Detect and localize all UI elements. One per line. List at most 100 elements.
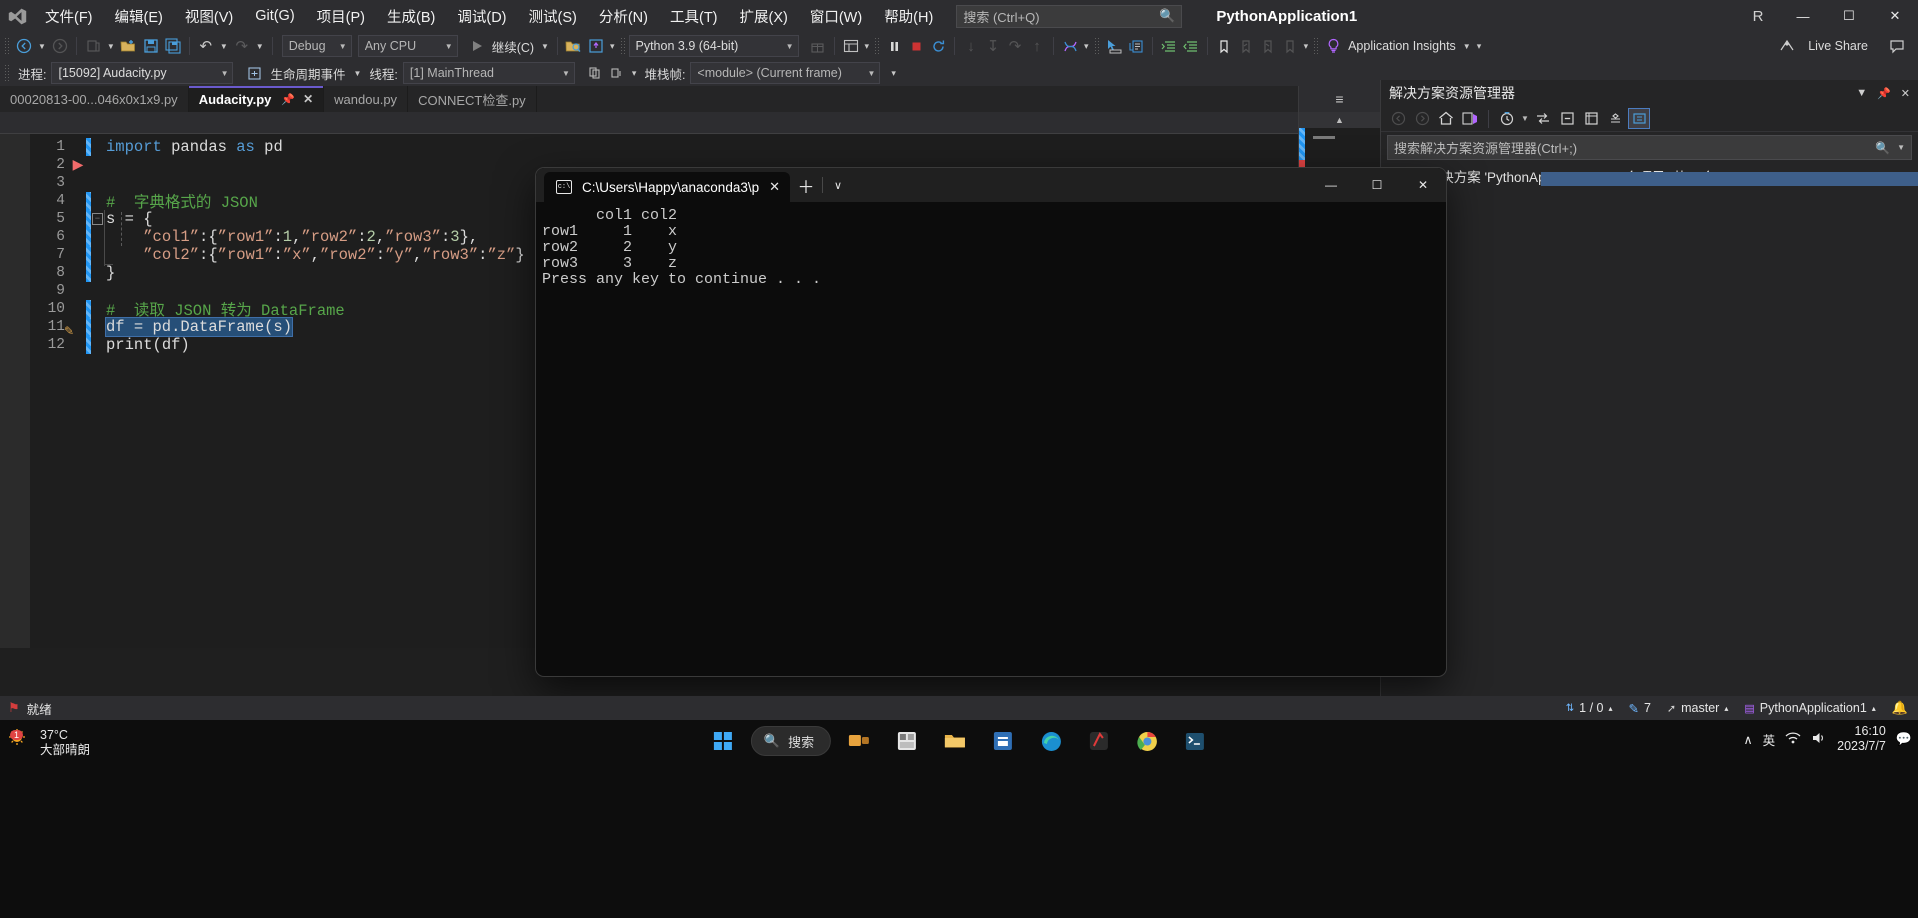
home-icon[interactable] (1435, 108, 1457, 129)
menu-debug[interactable]: 调试(D) (446, 3, 517, 29)
close-button[interactable]: ✕ (1872, 0, 1918, 32)
toolbar-grip[interactable] (4, 37, 11, 55)
status-repo-caret[interactable]: ▴ (1872, 704, 1876, 713)
back-icon[interactable] (1387, 108, 1409, 129)
status-repo[interactable]: ▤ PythonApplication1 ▴ (1744, 701, 1875, 715)
step-over-icon[interactable]: ↧ (982, 35, 1004, 57)
save-all-icon[interactable] (162, 35, 184, 57)
stack-frame-next-icon[interactable] (607, 62, 629, 84)
chrome-browser-icon[interactable] (1127, 724, 1167, 758)
navigate-back-dropdown[interactable]: ▼ (35, 42, 49, 51)
status-branch[interactable]: ➚ master ▴ (1667, 701, 1728, 715)
terminal-icon[interactable] (1175, 724, 1215, 758)
new-item-dropdown[interactable]: ▼ (104, 42, 118, 51)
indent-icon[interactable] (1158, 35, 1180, 57)
toolbar-grip-3[interactable] (874, 37, 882, 55)
app-insights-label[interactable]: Application Insights (1344, 39, 1460, 53)
threads-icon[interactable] (1059, 35, 1081, 57)
tab-wandou[interactable]: wandou.py (324, 86, 409, 112)
menu-extensions[interactable]: 扩展(X) (729, 3, 799, 29)
undo-dropdown[interactable]: ▼ (217, 42, 231, 51)
bookmark-prev-icon[interactable] (1235, 35, 1257, 57)
solution-configuration-combo[interactable]: Debug ▼ (281, 35, 352, 57)
taskbar-search-box[interactable]: 🔍 搜索 (750, 726, 832, 756)
widgets-icon[interactable] (887, 724, 927, 758)
navigate-back-button[interactable] (13, 35, 35, 57)
lifecycle-events-icon[interactable] (243, 62, 265, 84)
console-close-button[interactable]: ✕ (1400, 168, 1446, 202)
redo-dropdown[interactable]: ▼ (253, 42, 267, 51)
layout-dropdown[interactable]: ▾ (862, 41, 873, 52)
live-share-label[interactable]: Live Share (1804, 39, 1872, 53)
breakpoint-margin[interactable] (0, 134, 30, 648)
pending-changes-icon[interactable] (1496, 108, 1518, 129)
microsoft-store-icon[interactable] (983, 724, 1023, 758)
continue-dropdown[interactable]: ▼ (538, 42, 552, 51)
outdent-icon[interactable] (1180, 35, 1202, 57)
show-all-files-icon[interactable] (1580, 108, 1602, 129)
taskbar-clock[interactable]: 16:10 2023/7/7 (1837, 724, 1886, 754)
menu-test[interactable]: 测试(S) (518, 3, 588, 29)
solution-explorer-search-input[interactable]: 搜索解决方案资源管理器(Ctrl+;) 🔍 ▼ (1387, 135, 1912, 160)
console-tab[interactable]: c:\ C:\Users\Happy\anaconda3\p ✕ (544, 172, 791, 202)
continue-button-label[interactable]: 继续(C) (488, 37, 538, 56)
tab-00020813[interactable]: 00020813-00...046x0x1x9.py (0, 86, 189, 112)
file-explorer-icon[interactable] (935, 724, 975, 758)
pause-icon[interactable] (883, 35, 905, 57)
thread-combo[interactable]: [1] MainThread ▼ (402, 62, 575, 84)
code-text[interactable]: df = pd.DataFrame(s) (104, 317, 294, 337)
collapse-all-icon[interactable] (1556, 108, 1578, 129)
menu-view[interactable]: 视图(V) (174, 3, 244, 29)
code-text[interactable]: s = { (104, 210, 153, 228)
close-icon[interactable]: ✕ (303, 92, 313, 106)
split-view-icon[interactable]: ≡ (1299, 86, 1380, 112)
stackframe-combo[interactable]: <module> (Current frame) ▼ (690, 62, 881, 84)
python-interpreter-combo[interactable]: Python 3.9 (64-bit) ▼ (628, 35, 799, 57)
chevron-down-icon-se[interactable]: ▼ (1856, 87, 1867, 99)
bookmark-dropdown[interactable]: ▾ (1301, 41, 1312, 52)
restart-icon[interactable] (927, 35, 949, 57)
code-text[interactable]: import pandas as pd (104, 138, 283, 156)
outlining-toggle[interactable]: − (91, 213, 104, 225)
status-notifications[interactable]: 🔔 (1892, 700, 1908, 716)
step-out-icon[interactable]: ↷ (1004, 35, 1026, 57)
pin-icon-se[interactable]: 📌 (1877, 87, 1891, 100)
toolbar-grip-5[interactable] (1313, 37, 1321, 55)
step-up-icon[interactable]: ↑ (1026, 35, 1048, 57)
console-maximize-button[interactable]: ☐ (1354, 168, 1400, 202)
continue-play-icon[interactable] (466, 35, 488, 57)
menu-project[interactable]: 项目(P) (306, 3, 376, 29)
gift-icon[interactable] (807, 35, 829, 57)
lifecycle-label[interactable]: 生命周期事件 (265, 64, 350, 83)
toolbar-grip-2[interactable] (619, 37, 627, 55)
code-text[interactable]: # 字典格式的 JSON (104, 190, 258, 212)
refresh-icon[interactable] (1532, 108, 1554, 129)
toolbar-grip-4[interactable] (1093, 37, 1101, 55)
close-icon-se[interactable]: ✕ (1901, 87, 1910, 100)
volume-icon[interactable] (1811, 731, 1827, 748)
open-file-icon[interactable] (118, 35, 140, 57)
minimap-body[interactable] (1299, 128, 1380, 172)
maximize-button[interactable]: ☐ (1826, 0, 1872, 32)
code-text[interactable]: print(df) (104, 336, 190, 354)
undo-icon[interactable]: ↶ (195, 35, 217, 57)
navbar-member-combo[interactable]: ▼ (0, 112, 1380, 134)
minimap-scroll-up[interactable]: ▲ (1299, 112, 1380, 128)
account-avatar[interactable]: R (1736, 8, 1780, 25)
sync-with-active-doc-icon[interactable] (1459, 108, 1481, 129)
edge-browser-icon[interactable] (1031, 724, 1071, 758)
netease-music-icon[interactable] (1079, 724, 1119, 758)
menu-tools[interactable]: 工具(T) (659, 3, 729, 29)
task-view-icon[interactable] (839, 724, 879, 758)
status-updown[interactable]: ⇅ 1 / 0 ▴ (1566, 701, 1613, 715)
taskbar-weather-widget[interactable]: 1 37°C 大部晴朗 (8, 728, 90, 758)
console-new-tab-button[interactable]: ＋ (790, 168, 822, 202)
stack-frame-prev-icon[interactable] (585, 62, 607, 84)
forward-icon[interactable] (1411, 108, 1433, 129)
console-dropdown-button[interactable]: ∨ (823, 168, 853, 202)
code-text[interactable]: # 读取 JSON 转为 DataFrame (104, 298, 345, 320)
run-to-cursor-arrow-icon[interactable]: ▶ (70, 157, 86, 174)
menu-build[interactable]: 生成(B) (376, 3, 446, 29)
menu-analyze[interactable]: 分析(N) (588, 3, 659, 29)
save-icon[interactable] (140, 35, 162, 57)
